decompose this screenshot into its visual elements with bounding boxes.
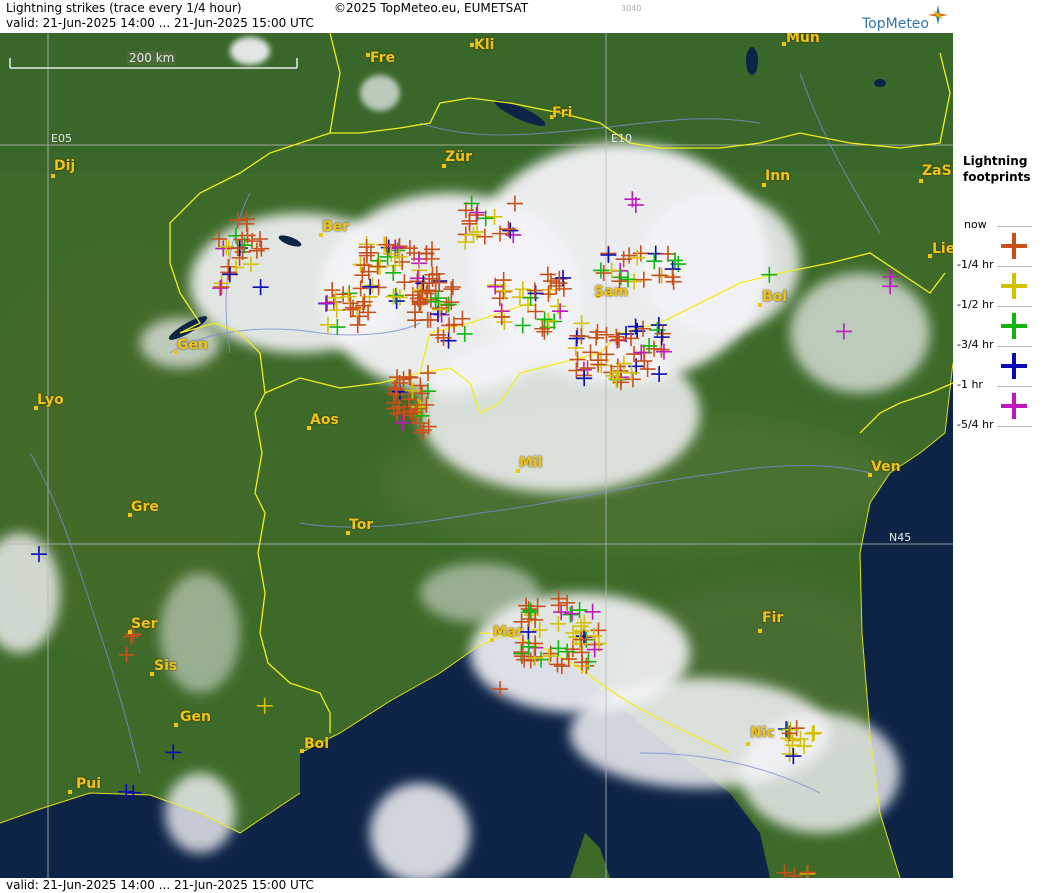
legend-divider (997, 306, 1032, 307)
city-dot (174, 723, 178, 727)
city-label: Fir (762, 610, 784, 626)
legend-title: Lightning footprints (963, 153, 1031, 185)
city-label: Pui (76, 776, 102, 792)
city-label: Fre (370, 50, 396, 66)
map-footer: valid: 21-Jun-2025 14:00 ... 21-Jun-2025… (0, 878, 953, 893)
valid-time-bottom: valid: 21-Jun-2025 14:00 ... 21-Jun-2025… (6, 878, 314, 892)
city-label: Gen (180, 709, 211, 725)
city-dot (758, 629, 762, 633)
city-label: Mil (519, 455, 543, 471)
city-label: Mar (493, 624, 524, 640)
grid-label-n45: N45 (889, 531, 912, 544)
scale-bar: 200 km (9, 51, 298, 69)
city-label: Sam (594, 284, 629, 300)
map-title: Lightning strikes (trace every 1/4 hour) (6, 1, 242, 15)
city-dot (746, 742, 750, 746)
city-label: Bol (762, 289, 788, 305)
lightning-strike-icon (1001, 313, 1027, 339)
copyright-text: ©2025 TopMeteo.eu, EUMETSAT (334, 1, 529, 15)
city-label: Ser (131, 616, 158, 632)
legend-divider (997, 226, 1032, 227)
city-label: Fri (552, 105, 573, 121)
legend-label: now (964, 218, 987, 231)
map-canvas (0, 33, 953, 878)
legend-label: -1/2 hr (957, 298, 994, 311)
city-label: Sis (154, 658, 178, 674)
legend-divider (997, 426, 1032, 427)
legend-label: -5/4 hr (957, 418, 994, 431)
legend-divider (997, 346, 1032, 347)
legend-title-line1: Lightning (963, 154, 1028, 168)
legend-title-line2: footprints (963, 170, 1031, 184)
compass-icon (928, 5, 948, 25)
legend-label: -3/4 hr (957, 338, 994, 351)
scale-label: 200 km (127, 51, 177, 65)
city-label: Lyo (37, 392, 64, 408)
map-code: 3040 (621, 4, 642, 13)
city-dot (919, 179, 923, 183)
legend-label: -1 hr (957, 378, 983, 391)
legend-divider (997, 386, 1032, 387)
lightning-strike-icon (1001, 233, 1027, 259)
grid-label-e10: E10 (611, 132, 632, 145)
city-label: Lie (932, 241, 953, 257)
city-dot (51, 174, 55, 178)
city-label: Gre (131, 499, 159, 515)
city-label: Bol (304, 736, 330, 752)
legend-divider (997, 266, 1032, 267)
grid-label-e05: E05 (51, 132, 72, 145)
city-dot (68, 790, 72, 794)
city-label: Tor (349, 517, 374, 533)
lightning-strike-icon (1001, 353, 1027, 379)
lightning-strike-icon (1001, 393, 1027, 419)
city-label: Gen (177, 337, 208, 353)
legend-label: -1/4 hr (957, 258, 994, 271)
city-label: Aos (310, 412, 339, 428)
city-label: Nic (750, 725, 775, 741)
city-label: Mün (786, 33, 820, 46)
city-label: Ber (322, 219, 350, 235)
city-label: Ven (871, 459, 901, 475)
lightning-strike-icon (1001, 273, 1027, 299)
legend-panel: Lightning footprints now -1/4 hr -1/2 hr -3… (953, 0, 1045, 893)
city-label: Zür (445, 149, 473, 165)
city-label: Inn (765, 168, 791, 184)
city-label: ZaS (922, 163, 952, 179)
valid-time-top: valid: 21-Jun-2025 14:00 ... 21-Jun-2025… (6, 16, 314, 30)
map-header: Lightning strikes (trace every 1/4 hour)… (0, 0, 953, 33)
city-label: Dij (54, 158, 76, 174)
city-label: Kli (474, 37, 495, 53)
satellite-map[interactable]: 200 km E05 E10 N45 Fre Kli Mün Fri Dij Zür Inn… (0, 33, 953, 878)
